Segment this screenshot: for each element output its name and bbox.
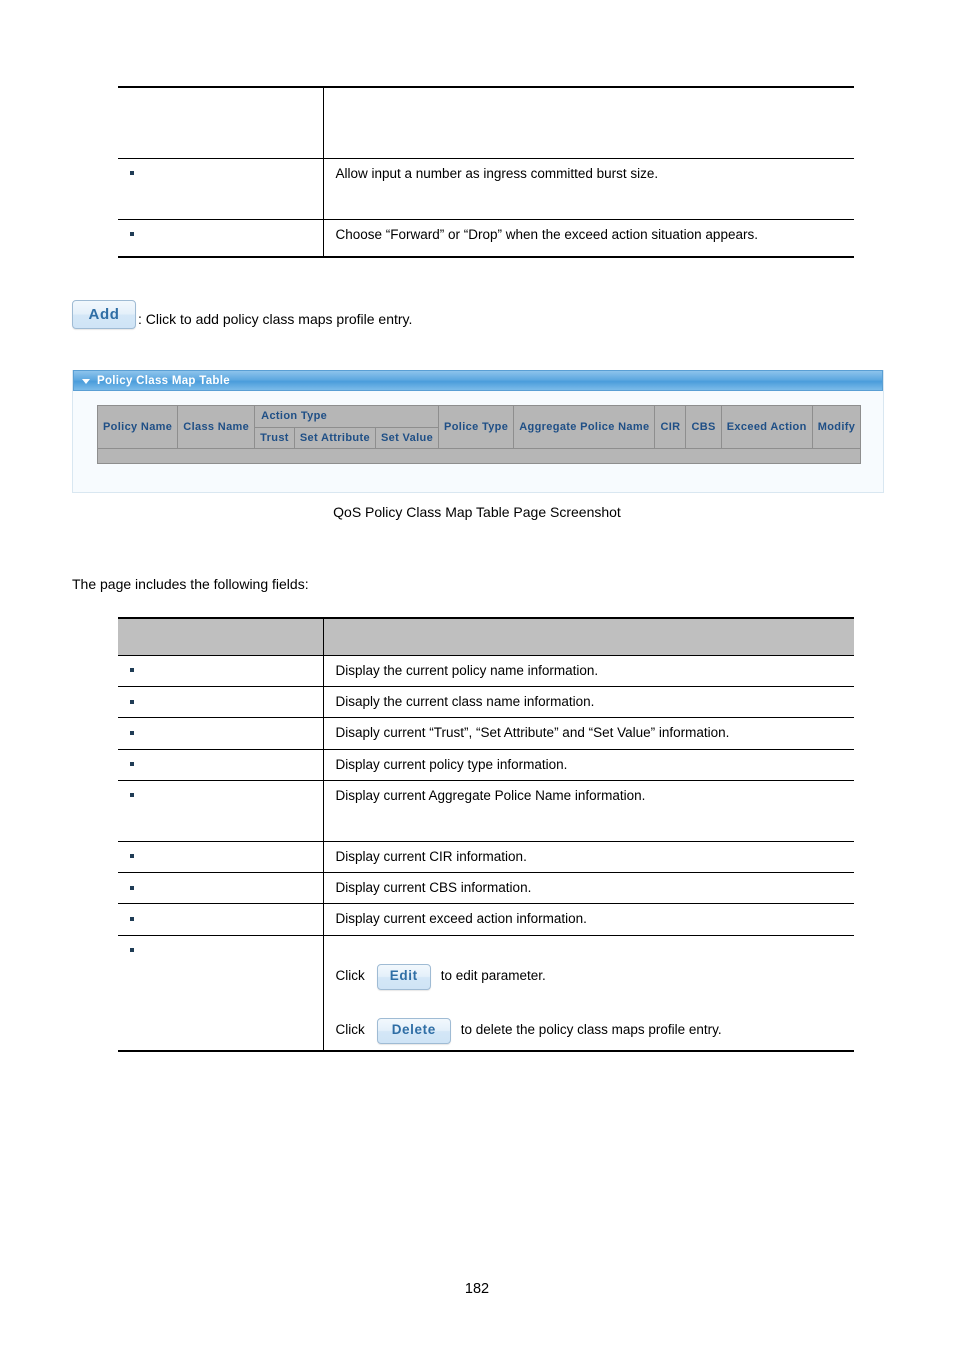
add-button-row: Add : Click to add policy class maps pro… [72,300,412,329]
fields-intro-text: The page includes the following fields: [72,576,309,592]
delete-button[interactable]: Delete [376,1017,451,1044]
field-description-cell [323,86,854,159]
grid-col-cbs[interactable]: CBS [685,405,722,449]
grid-col-action-type: Action Type [254,405,440,428]
field-name-cell [118,779,324,842]
bullet-icon [130,916,134,921]
table-row: Display current CBS information. [118,872,854,904]
bullet-icon [130,668,134,673]
grid-header-row-1: Policy Name Class Name Action Type Polic… [96,405,862,449]
grid-col-trust[interactable]: Trust [254,426,295,449]
figure-caption: QoS Policy Class Map Table Page Screensh… [333,504,621,520]
field-description-cell: Display current CIR information. [323,840,854,873]
field-name-cell [118,840,324,873]
bullet-icon [130,171,134,176]
edit-lead-text: Click [335,968,365,984]
grid-empty-cell [96,448,862,464]
field-name-cell [118,872,324,904]
table-row: Display current Aggregate Police Name in… [118,779,854,842]
table-row: Disaply current “Trust”, “Set Attribute”… [118,717,854,750]
field-description-cell: Allow input a number as ingress committe… [323,158,854,220]
triangle-down-icon[interactable] [82,379,90,384]
field-description-cell: Display current exceed action informatio… [323,903,854,936]
parameter-table-top: Allow input a number as ingress committe… [118,86,854,258]
table-row: Display current exceed action informatio… [118,903,854,936]
add-button[interactable]: Add [72,300,136,329]
fields-description-table: Display the current policy name informat… [118,617,854,1052]
field-name-cell [118,654,324,687]
grid-col-modify[interactable]: Modify [811,405,862,449]
widget-title: Policy Class Map Table [97,374,230,387]
table-row: Choose “Forward” or “Drop” when the exce… [118,219,854,258]
edit-button[interactable]: Edit [376,963,431,990]
bullet-icon [130,854,134,859]
field-description-cell: Choose “Forward” or “Drop” when the exce… [323,219,854,258]
table-row [118,86,854,159]
field-description-cell: Disaply the current class name informati… [323,686,854,718]
grid-col-policy-name[interactable]: Policy Name [96,405,179,449]
table-row: Display current CIR information. [118,840,854,873]
policy-class-map-grid: Policy Name Class Name Action Type Polic… [96,405,862,464]
field-name-cell [118,158,324,220]
grid-col-police-type[interactable]: Police Type [438,405,515,449]
grid-col-exceed-action[interactable]: Exceed Action [720,405,813,449]
bullet-icon [130,699,134,704]
field-name-cell [118,717,324,750]
field-name-cell [118,934,324,1052]
add-button-description: : Click to add policy class maps profile… [138,311,413,327]
field-description-cell: Display current CBS information. [323,872,854,904]
page-number: 182 [464,1281,490,1297]
grid-col-cir[interactable]: CIR [654,405,687,449]
table-row-modify: Click Edit to edit parameter. Click Dele… [118,934,854,1052]
bullet-icon [130,730,134,735]
bullet-icon [130,947,134,952]
bullet-icon [130,762,134,767]
header-description-cell [323,617,854,656]
table-row: Disaply the current class name informati… [118,686,854,718]
table-row: Display the current policy name informat… [118,654,854,687]
policy-class-map-table-widget: Policy Class Map Table Policy Name Class… [72,370,884,493]
grid-empty-body-row [96,448,862,464]
field-description-cell: Disaply current “Trust”, “Set Attribute”… [323,717,854,750]
bullet-icon [130,885,134,890]
table-header-row [118,617,854,656]
table-row: Display current policy type information. [118,748,854,781]
widget-header-bar[interactable]: Policy Class Map Table [73,370,883,391]
grid-col-aggregate-police-name[interactable]: Aggregate Police Name [513,405,656,449]
field-name-cell [118,748,324,781]
header-object-cell [118,617,324,656]
field-description-cell: Display current Aggregate Police Name in… [323,779,854,842]
bullet-icon [130,793,134,798]
grid-col-set-value[interactable]: Set Value [374,426,440,449]
delete-instruction-line: Click Delete to delete the policy class … [335,1017,847,1044]
edit-trail-text: to edit parameter. [440,968,546,984]
field-description-cell: Display current policy type information. [323,748,854,781]
table-row: Allow input a number as ingress committe… [118,158,854,220]
field-name-cell [118,219,324,258]
delete-trail-text: to delete the policy class maps profile … [460,1022,722,1038]
bullet-icon [130,232,134,237]
grid-col-class-name[interactable]: Class Name [177,405,256,449]
field-description-cell: Click Edit to edit parameter. Click Dele… [323,934,854,1052]
field-name-cell [118,86,324,159]
field-description-cell: Display the current policy name informat… [323,654,854,687]
field-name-cell [118,903,324,936]
edit-instruction-line: Click Edit to edit parameter. [335,963,847,990]
grid-col-set-attribute[interactable]: Set Attribute [293,426,376,449]
delete-lead-text: Click [335,1022,365,1038]
field-name-cell [118,686,324,718]
document-page: Allow input a number as ingress committe… [0,0,954,1350]
widget-body: Policy Name Class Name Action Type Polic… [73,391,883,492]
